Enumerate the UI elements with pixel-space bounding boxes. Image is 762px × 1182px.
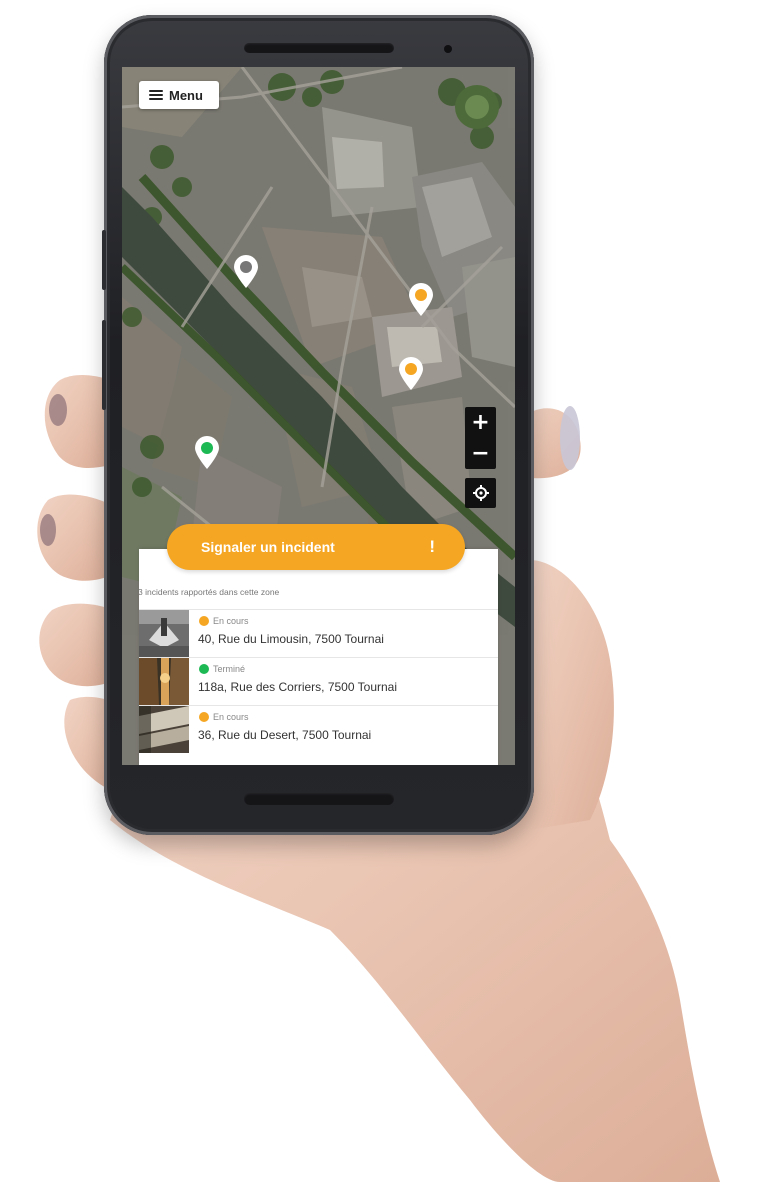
incident-status-label: Terminé [213, 664, 246, 674]
incident-count-text: 3 incidents rapportés dans cette zone [138, 587, 280, 597]
map-pin-icon[interactable] [408, 283, 434, 317]
incident-row[interactable]: En cours 36, Rue du Desert, 7500 Tournai [139, 705, 498, 753]
incident-thumbnail [139, 610, 189, 657]
incident-address: 118a, Rue des Corriers, 7500 Tournai [198, 680, 398, 694]
side-button [102, 320, 106, 410]
report-incident-label: Signaler un incident [201, 539, 335, 555]
incident-row[interactable]: En cours 40, Rue du Limousin, 7500 Tourn… [139, 609, 498, 657]
incident-address: 36, Rue du Desert, 7500 Tournai [198, 728, 372, 742]
map-pin-icon[interactable] [398, 357, 424, 391]
side-button [102, 230, 106, 290]
locate-button[interactable] [465, 478, 496, 508]
exclamation-icon: ! [429, 537, 435, 556]
incident-status: En cours [199, 712, 249, 722]
top-speaker [244, 43, 394, 53]
map-pin-icon[interactable] [233, 255, 259, 289]
zoom-in-button[interactable]: + [465, 407, 496, 438]
crosshair-icon [472, 485, 489, 501]
hamburger-icon [149, 90, 163, 100]
status-dot-icon [199, 712, 209, 722]
incident-status: Terminé [199, 664, 245, 674]
status-dot-icon [199, 664, 209, 674]
report-incident-button[interactable]: Signaler un incident ! [167, 524, 465, 570]
front-camera [444, 45, 452, 53]
zoom-control: + − [465, 407, 496, 469]
incident-status: En cours [199, 616, 249, 626]
incident-status-label: En cours [213, 616, 249, 626]
incident-address: 40, Rue du Limousin, 7500 Tournai [198, 632, 384, 646]
bottom-speaker [244, 793, 394, 805]
incident-thumbnail [139, 706, 189, 753]
zoom-out-button[interactable]: − [465, 438, 496, 469]
map-pin-icon[interactable] [194, 436, 220, 470]
menu-label: Menu [169, 87, 203, 103]
incident-status-label: En cours [213, 712, 249, 722]
status-dot-icon [199, 616, 209, 626]
menu-button[interactable]: Menu [139, 81, 219, 109]
incident-thumbnail [139, 658, 189, 705]
incident-row[interactable]: Terminé 118a, Rue des Corriers, 7500 Tou… [139, 657, 498, 705]
app-screen: Menu + − Signaler un incident ! 3 incide… [122, 67, 515, 765]
